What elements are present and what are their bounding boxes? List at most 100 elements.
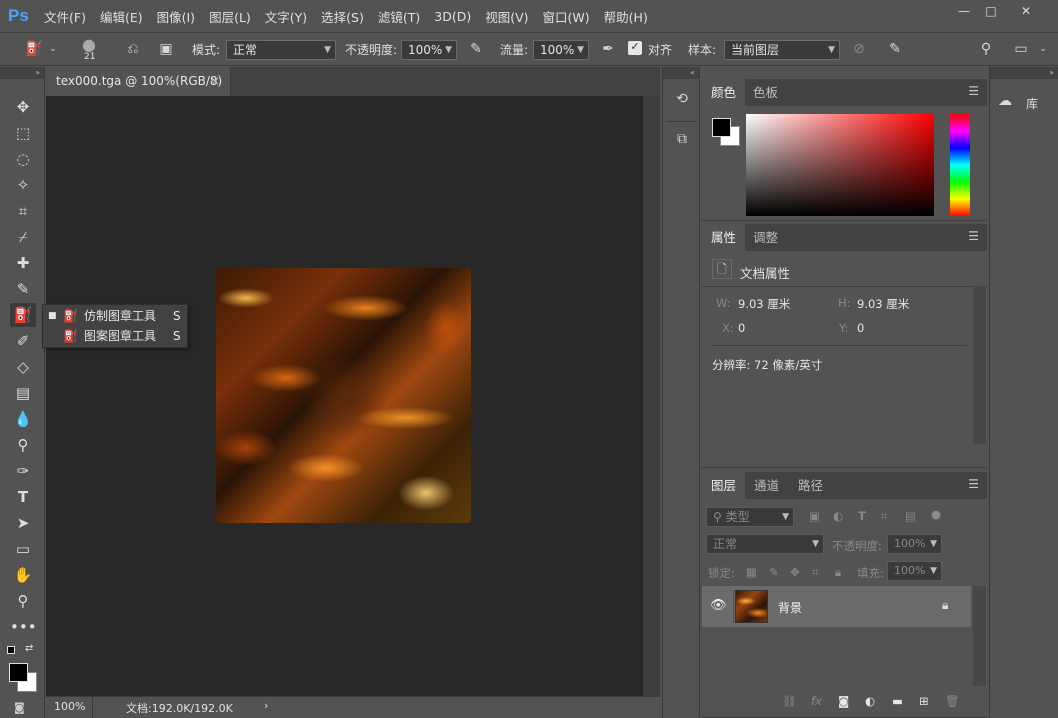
lock-artboard-icon[interactable]: ⌗: [812, 565, 818, 580]
blur-tool-icon[interactable]: 💧: [10, 407, 36, 431]
tab-adjustments[interactable]: 调整: [744, 224, 787, 251]
lock-position-icon[interactable]: ✥: [790, 565, 800, 579]
marquee-tool-icon[interactable]: ⬚: [10, 121, 36, 145]
ignore-adjustment-icon[interactable]: ⊘: [848, 39, 870, 59]
layer-row[interactable]: 👁︎ 背景 🔒︎: [702, 586, 971, 627]
layers-scrollbar[interactable]: [973, 586, 986, 686]
eraser-tool-icon[interactable]: ◇: [10, 355, 36, 379]
airbrush-icon[interactable]: ✒: [597, 39, 619, 59]
close-window-button[interactable]: ✕: [1010, 2, 1042, 22]
toggle-brush-panel-icon[interactable]: ⎌: [122, 39, 144, 59]
clone-source-panel-icon[interactable]: ▣: [155, 39, 177, 59]
tab-properties[interactable]: 属性: [702, 224, 746, 251]
properties-scrollbar[interactable]: [973, 286, 986, 444]
eye-icon[interactable]: 👁︎: [710, 598, 727, 613]
dodge-tool-icon[interactable]: ⚲: [10, 433, 36, 457]
rectangle-tool-icon[interactable]: ▭: [10, 537, 36, 561]
filter-toggle-icon[interactable]: ●: [931, 507, 941, 521]
maximize-button[interactable]: □: [975, 2, 1007, 22]
document-tab[interactable]: tex000.tga @ 100%(RGB/8) ×: [46, 67, 231, 96]
libraries-label[interactable]: 库: [1026, 95, 1038, 112]
add-mask-icon[interactable]: ◙: [838, 694, 849, 708]
foreground-color-swatch[interactable]: [712, 118, 731, 137]
menu-file[interactable]: 文件(F): [44, 7, 86, 26]
vertical-scrollbar[interactable]: [643, 96, 660, 696]
history-panel-icon[interactable]: ⟲: [671, 91, 693, 113]
link-layers-icon[interactable]: ⛓: [782, 694, 797, 708]
menu-type[interactable]: 文字(Y): [265, 7, 307, 26]
quick-mask-icon[interactable]: ◙: [14, 701, 25, 714]
y-value[interactable]: 0: [857, 321, 864, 335]
hand-tool-icon[interactable]: ✋: [10, 563, 36, 587]
delete-layer-icon[interactable]: 🗑︎: [945, 694, 960, 708]
lock-pixels-icon[interactable]: ✎: [769, 565, 779, 579]
crop-tool-icon[interactable]: ⌗: [10, 199, 36, 223]
hue-slider[interactable]: [950, 114, 970, 216]
zoom-tool-icon[interactable]: ⚲: [10, 589, 36, 613]
new-group-icon[interactable]: ▬: [892, 694, 903, 708]
x-value[interactable]: 0: [738, 321, 745, 335]
layer-opacity-input[interactable]: 100% ▼: [887, 534, 942, 554]
panel-menu-icon[interactable]: ☰: [968, 229, 979, 243]
tab-channels[interactable]: 通道: [745, 472, 788, 499]
creative-cloud-icon[interactable]: ☁: [998, 93, 1020, 111]
tab-layers[interactable]: 图层: [702, 472, 746, 499]
width-value[interactable]: 9.03 厘米: [738, 296, 790, 312]
panel-menu-icon[interactable]: ☰: [968, 477, 979, 491]
tab-color[interactable]: 颜色: [702, 79, 746, 106]
fx-icon[interactable]: fx: [811, 694, 822, 708]
gradient-tool-icon[interactable]: ▤: [10, 381, 36, 405]
menu-window[interactable]: 窗口(W): [543, 7, 590, 26]
zoom-level[interactable]: 100%: [54, 700, 85, 713]
aligned-checkbox[interactable]: ✓: [628, 41, 642, 55]
filter-pixel-icon[interactable]: ▣: [809, 509, 820, 523]
lock-transparent-icon[interactable]: ▦: [746, 565, 757, 579]
brush-tool-icon[interactable]: ✎: [10, 277, 36, 301]
menu-help[interactable]: 帮助(H): [604, 7, 648, 26]
pen-tool-icon[interactable]: ✑: [10, 459, 36, 483]
flow-input[interactable]: 100% ▼: [533, 40, 589, 60]
menu-edit[interactable]: 编辑(E): [100, 7, 143, 26]
quick-select-tool-icon[interactable]: ✧: [10, 173, 36, 197]
filter-smart-icon[interactable]: ▤: [905, 509, 916, 523]
menu-filter[interactable]: 滤镜(T): [378, 7, 420, 26]
pressure-opacity-icon[interactable]: ✎: [465, 39, 487, 59]
flyout-item-pattern-stamp[interactable]: ⛽ 图案图章工具 S: [43, 326, 187, 346]
collapse-icon[interactable]: «: [663, 67, 699, 79]
status-menu-arrow[interactable]: ›: [264, 699, 268, 712]
fill-input[interactable]: 100% ▼: [887, 561, 942, 581]
collapse-icon[interactable]: »: [0, 67, 44, 79]
opacity-input[interactable]: 100% ▼: [401, 40, 457, 60]
new-layer-icon[interactable]: ⊞: [919, 694, 929, 708]
swap-colors-icon[interactable]: ⇄: [25, 643, 33, 654]
clone-stamp-tool-icon[interactable]: ⛽: [10, 303, 36, 327]
filter-shape-icon[interactable]: ⌗: [881, 509, 887, 524]
color-field[interactable]: [746, 114, 934, 216]
layer-filter-select[interactable]: ⚲ 类型 ▼: [706, 507, 794, 527]
collapse-icon[interactable]: »: [990, 67, 1058, 79]
chevron-down-icon[interactable]: ⌄: [1036, 39, 1050, 59]
filter-adjustment-icon[interactable]: ◐: [833, 509, 843, 523]
document-image[interactable]: [216, 268, 471, 523]
chevron-down-icon[interactable]: ⌄: [47, 39, 59, 59]
layer-name[interactable]: 背景: [778, 599, 802, 616]
clone-stamp-preset-icon[interactable]: ⛽: [22, 39, 46, 59]
mode-select[interactable]: 正常 ▼: [226, 40, 336, 60]
menu-view[interactable]: 视图(V): [485, 7, 528, 26]
healing-brush-tool-icon[interactable]: ✚: [10, 251, 36, 275]
lasso-tool-icon[interactable]: ◌: [10, 147, 36, 171]
search-icon[interactable]: ⚲: [975, 39, 997, 59]
foreground-color-swatch[interactable]: [9, 663, 28, 682]
sample-select[interactable]: 当前图层 ▼: [724, 40, 840, 60]
menu-layer[interactable]: 图层(L): [209, 7, 251, 26]
filter-type-icon[interactable]: T: [858, 509, 866, 523]
workspace-icon[interactable]: ▭: [1010, 39, 1032, 59]
tab-swatches[interactable]: 色板: [744, 79, 787, 106]
menu-3d[interactable]: 3D(D): [434, 9, 471, 24]
height-value[interactable]: 9.03 厘米: [857, 296, 909, 312]
clone-source-panel-icon[interactable]: ⧉: [671, 131, 693, 153]
history-brush-tool-icon[interactable]: ✐: [10, 329, 36, 353]
menu-image[interactable]: 图像(I): [157, 7, 195, 26]
panel-menu-icon[interactable]: ☰: [968, 84, 979, 98]
type-tool-icon[interactable]: T: [10, 485, 36, 509]
